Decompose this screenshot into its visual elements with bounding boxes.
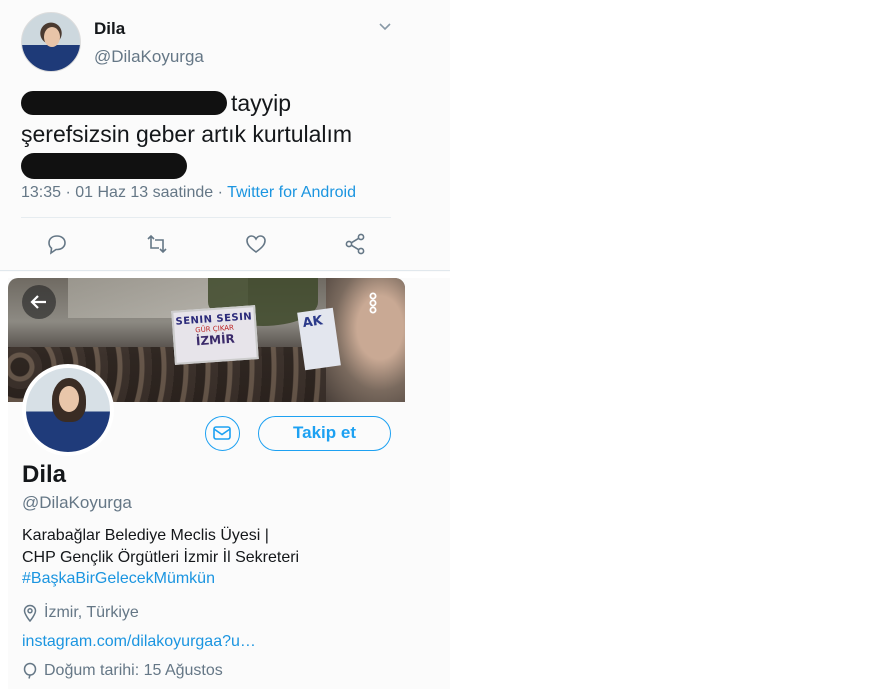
redaction-bar bbox=[21, 153, 187, 179]
author-handle[interactable]: @DilaKoyurga bbox=[94, 47, 204, 67]
profile-card: SENIN SESIN GÜR ÇIKAR İZMİR AK Takip et … bbox=[8, 278, 450, 689]
retweet-icon[interactable] bbox=[145, 232, 169, 256]
birthday-row: Doğum tarihi: 15 Ağustos bbox=[22, 662, 223, 680]
divider bbox=[0, 270, 450, 271]
tweet-text: tayyip şerefsizsin geber artık kurtulalı… bbox=[21, 88, 421, 181]
reply-icon[interactable] bbox=[45, 232, 69, 256]
avatar-face bbox=[44, 27, 60, 47]
like-icon[interactable] bbox=[244, 232, 268, 256]
tweet-meta: 13:35 · 01 Haz 13 saatinde · Twitter for… bbox=[21, 184, 356, 202]
arrow-left-icon bbox=[30, 295, 46, 309]
profile-website-link[interactable]: instagram.com/dilakoyurgaa?u… bbox=[22, 633, 256, 651]
banner-protest-sign: SENIN SESIN GÜR ÇIKAR İZMİR bbox=[171, 305, 259, 365]
location-row: İzmir, Türkiye bbox=[22, 604, 139, 622]
bio-hashtag-link[interactable]: #BaşkaBirGelecekMümkün bbox=[22, 570, 215, 588]
birthday-text: Doğum tarihi: 15 Ağustos bbox=[44, 662, 223, 679]
share-icon[interactable] bbox=[343, 232, 367, 256]
redaction-bar bbox=[21, 91, 227, 115]
follow-button[interactable]: Takip et bbox=[258, 416, 391, 451]
more-vertical-icon[interactable] bbox=[358, 288, 388, 318]
message-button[interactable] bbox=[205, 416, 240, 451]
tweet-source-link[interactable]: Twitter for Android bbox=[227, 184, 356, 201]
tweet-card: Dila @DilaKoyurga tayyip şerefsizsin geb… bbox=[0, 0, 450, 272]
balloon-icon bbox=[23, 662, 37, 679]
back-button[interactable] bbox=[22, 285, 56, 319]
location-pin-icon bbox=[23, 604, 37, 622]
divider bbox=[21, 217, 391, 218]
profile-avatar[interactable] bbox=[22, 364, 114, 456]
avatar-face bbox=[59, 386, 79, 412]
mail-icon bbox=[213, 426, 231, 440]
profile-name: Dila bbox=[22, 461, 67, 488]
profile-handle: @DilaKoyurga bbox=[22, 493, 132, 512]
author-name[interactable]: Dila bbox=[94, 19, 125, 39]
bio-line-1: Karabağlar Belediye Meclis Üyesi | bbox=[22, 527, 269, 544]
tweet-text-line1: tayyip bbox=[231, 90, 292, 116]
location-text: İzmir, Türkiye bbox=[44, 604, 139, 621]
tweet-text-line2: şerefsizsin geber artık kurtulalım bbox=[21, 121, 353, 147]
chevron-down-icon[interactable] bbox=[378, 20, 392, 34]
author-avatar[interactable] bbox=[21, 12, 81, 72]
bio-line-2: CHP Gençlik Örgütleri İzmir İl Sekreteri bbox=[22, 549, 300, 566]
tweet-timestamp: 13:35 · 01 Haz 13 saatinde · bbox=[21, 184, 228, 201]
